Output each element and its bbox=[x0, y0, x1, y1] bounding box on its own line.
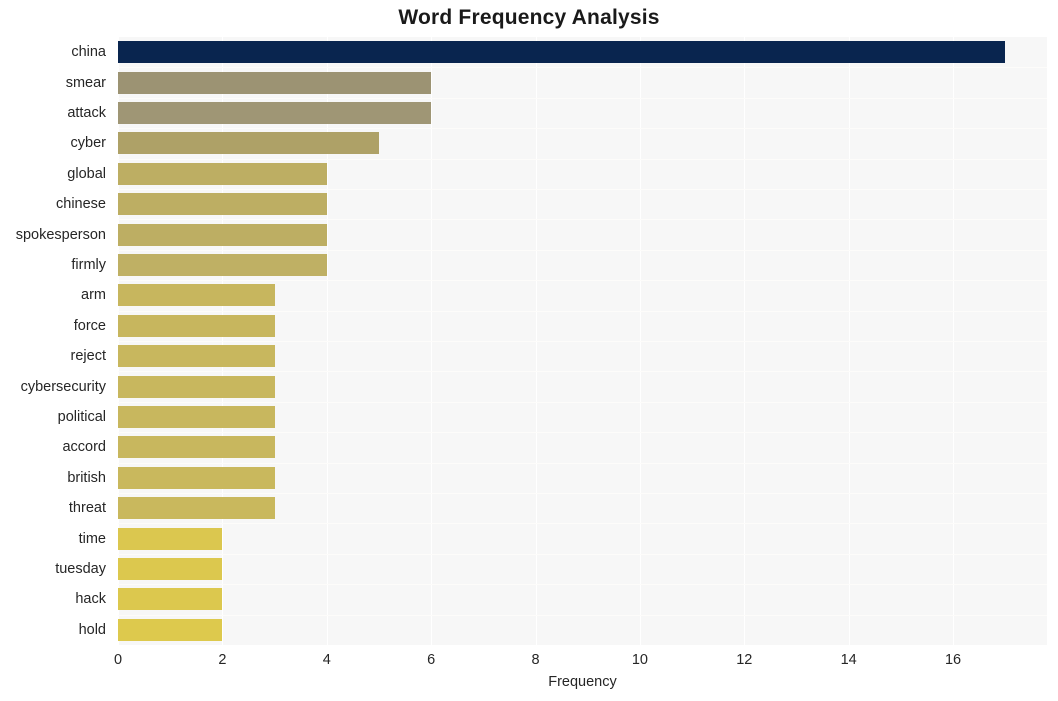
gridline-horizontal bbox=[118, 128, 1047, 129]
gridline-horizontal bbox=[118, 67, 1047, 68]
bar bbox=[118, 314, 275, 337]
y-tick-label: hold bbox=[78, 621, 106, 638]
gridline-horizontal bbox=[118, 189, 1047, 190]
gridline-horizontal bbox=[118, 159, 1047, 160]
bar bbox=[118, 436, 275, 459]
gridline-horizontal bbox=[118, 341, 1047, 342]
bar bbox=[118, 466, 275, 489]
bar bbox=[118, 618, 223, 641]
gridline-horizontal bbox=[118, 463, 1047, 464]
bar bbox=[118, 71, 432, 94]
bar bbox=[118, 193, 327, 216]
x-tick-label: 16 bbox=[944, 652, 962, 668]
x-axis-title: Frequency bbox=[548, 674, 617, 690]
y-tick-label: accord bbox=[62, 439, 106, 456]
word-frequency-chart: Word Frequency Analysis china smear attack… bbox=[0, 0, 1058, 701]
x-axis-tick-labels: 0 2 4 6 8 10 12 14 16 bbox=[114, 650, 1047, 672]
y-tick-label: time bbox=[78, 530, 106, 547]
y-tick-label: spokesperson bbox=[15, 226, 106, 243]
bar bbox=[118, 41, 1006, 64]
bar bbox=[118, 375, 275, 398]
bar bbox=[118, 588, 223, 611]
plot-area bbox=[118, 37, 1047, 645]
gridline-horizontal bbox=[118, 432, 1047, 433]
gridline-horizontal bbox=[118, 615, 1047, 616]
bar bbox=[118, 284, 275, 307]
gridline-horizontal bbox=[118, 311, 1047, 312]
x-tick-label: 4 bbox=[322, 652, 331, 668]
gridline-horizontal bbox=[118, 280, 1047, 281]
y-tick-label: reject bbox=[70, 348, 106, 365]
y-tick-label: global bbox=[67, 165, 106, 182]
y-axis-tick-labels: china smear attack cyber global chinese spokes… bbox=[0, 37, 112, 645]
gridline-horizontal bbox=[118, 523, 1047, 524]
y-tick-label: political bbox=[57, 409, 106, 425]
bar bbox=[118, 345, 275, 368]
y-tick-label: cybersecurity bbox=[20, 378, 106, 395]
bar bbox=[118, 527, 223, 550]
gridline-horizontal bbox=[118, 371, 1047, 372]
bar bbox=[118, 497, 275, 520]
gridline-horizontal bbox=[118, 98, 1047, 99]
x-tick-label: 6 bbox=[427, 652, 436, 668]
x-tick-label: 14 bbox=[840, 652, 857, 668]
bar bbox=[118, 132, 379, 155]
y-tick-label: firmly bbox=[71, 257, 106, 273]
y-tick-label: arm bbox=[81, 287, 106, 304]
gridline-horizontal bbox=[118, 219, 1047, 220]
y-tick-label: british bbox=[67, 469, 106, 486]
y-tick-label: chinese bbox=[56, 196, 106, 213]
x-tick-label: 10 bbox=[631, 652, 648, 668]
y-tick-label: tuesday bbox=[55, 561, 106, 577]
gridline-horizontal bbox=[118, 554, 1047, 555]
bar bbox=[118, 558, 223, 580]
bar bbox=[118, 406, 275, 428]
bar bbox=[118, 162, 327, 185]
gridline-horizontal bbox=[118, 584, 1047, 585]
y-tick-label: attack bbox=[67, 105, 106, 121]
gridline-horizontal bbox=[118, 493, 1047, 494]
y-tick-label: threat bbox=[68, 500, 106, 517]
x-tick-label: 12 bbox=[736, 652, 753, 668]
bar bbox=[118, 223, 327, 246]
page-title: Word Frequency Analysis bbox=[398, 6, 660, 29]
x-tick-label: 2 bbox=[218, 652, 227, 668]
y-tick-label: china bbox=[71, 44, 106, 61]
bar bbox=[118, 254, 327, 276]
bar bbox=[118, 102, 432, 124]
y-tick-label: cyber bbox=[70, 135, 106, 152]
gridline-horizontal bbox=[118, 402, 1047, 403]
x-tick-label: 8 bbox=[531, 652, 540, 668]
x-tick-label: 0 bbox=[113, 652, 123, 668]
y-tick-label: force bbox=[73, 317, 106, 334]
y-tick-label: smear bbox=[65, 74, 106, 91]
gridline-horizontal bbox=[118, 250, 1047, 251]
y-tick-label: hack bbox=[75, 591, 106, 608]
